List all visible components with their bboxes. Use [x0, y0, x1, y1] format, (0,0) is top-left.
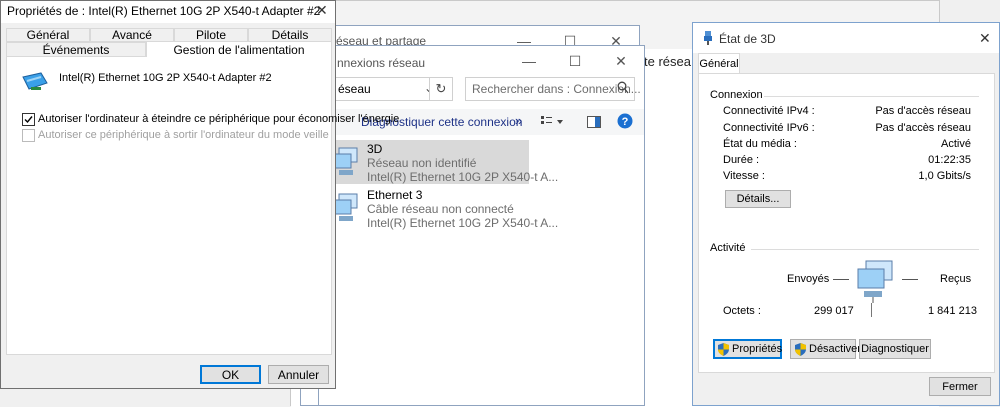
tab-details[interactable]: Détails [248, 28, 332, 42]
address-bar[interactable]: éseau ⌄ [333, 77, 439, 101]
allow-power-off-checkbox[interactable] [22, 113, 35, 126]
connection-adapter: Intel(R) Ethernet 10G 2P X540-t A... [367, 170, 559, 184]
connection-status: Réseau non identifié [367, 156, 477, 170]
ok-button[interactable]: OK [200, 365, 261, 384]
device-name: Intel(R) Ethernet 10G 2P X540-t Adapter … [59, 72, 272, 84]
tab-general[interactable]: Général [6, 28, 90, 42]
svg-text:?: ? [622, 116, 629, 128]
more-commands-button[interactable]: » [515, 113, 522, 128]
status-dialog: État de 3D ✕ Général Connexion Connectiv… [692, 22, 1000, 406]
maximize-button[interactable]: ☐ [552, 46, 598, 76]
diagnose-button[interactable]: Diagnostiquer [859, 339, 931, 359]
search-icon [617, 81, 629, 97]
allow-wake-label: Autoriser ce périphérique à sortir l'ord… [38, 129, 329, 141]
close-button[interactable]: Fermer [929, 377, 991, 396]
dialog-title: Propriétés de : Intel(R) Ethernet 10G 2P… [7, 4, 321, 18]
search-placeholder: Rechercher dans : Connexion... [472, 82, 641, 96]
list-item[interactable]: 3D Réseau non identifié Intel(R) Etherne… [327, 140, 558, 184]
list-item[interactable]: Ethernet 3 Câble réseau non connecté Int… [327, 186, 558, 230]
close-icon[interactable]: ✕ [979, 30, 991, 47]
window-title: nnexions réseau [337, 56, 426, 70]
network-status-icon [703, 31, 713, 48]
cancel-button[interactable]: Annuler [268, 365, 329, 384]
details-button[interactable]: Détails... [725, 190, 791, 208]
disable-button[interactable]: Désactiver [790, 339, 861, 359]
properties-button[interactable]: Propriétés [713, 339, 782, 359]
address-value: éseau [338, 82, 371, 96]
view-options-icon[interactable] [541, 116, 565, 131]
speed-value: 1,0 Gbits/s [918, 170, 971, 182]
refresh-icon: ↻ [435, 81, 447, 96]
help-icon[interactable]: ? [617, 113, 633, 132]
dialog-title: État de 3D [719, 32, 776, 46]
tab-events[interactable]: Événements [6, 42, 146, 57]
close-icon[interactable]: ✕ [316, 2, 328, 19]
activity-group-label: Activité [710, 242, 746, 254]
close-button[interactable]: ✕ [598, 46, 644, 76]
tab-general[interactable]: Général [698, 53, 740, 74]
speed-label: Vitesse : [723, 170, 765, 182]
tab-power-management[interactable]: Gestion de l'alimentation [146, 41, 332, 58]
received-label: Reçus [940, 273, 972, 285]
background-partial-text: te résea [644, 54, 691, 69]
media-state-label: État du média : [723, 138, 797, 150]
ipv4-label: Connectivité IPv4 : [723, 105, 815, 117]
duration-value: 01:22:35 [928, 154, 971, 166]
tab-page: Connexion Connectivité IPv4 : Pas d'accè… [698, 73, 995, 373]
connection-name: Ethernet 3 [367, 188, 423, 202]
ipv4-value: Pas d'accès réseau [875, 105, 971, 117]
allow-power-off-label: Autoriser l'ordinateur à éteindre ce pér… [38, 113, 400, 125]
bytes-label: Octets : [723, 305, 761, 317]
minimize-button[interactable]: — [506, 46, 552, 76]
refresh-button[interactable]: ↻ [429, 77, 453, 101]
duration-label: Durée : [723, 154, 760, 166]
connection-status: Câble réseau non connecté [367, 202, 514, 216]
sent-label: Envoyés [787, 273, 830, 285]
ipv6-value: Pas d'accès réseau [875, 122, 971, 134]
network-activity-icon [854, 259, 898, 306]
network-adapter-icon [21, 69, 49, 96]
connection-name: 3D [367, 142, 383, 156]
tab-advanced[interactable]: Avancé [90, 28, 174, 42]
tab-driver[interactable]: Pilote [174, 28, 248, 42]
allow-wake-checkbox[interactable] [22, 129, 35, 142]
connection-adapter: Intel(R) Ethernet 10G 2P X540-t A... [367, 216, 559, 230]
search-input[interactable]: Rechercher dans : Connexion... [465, 77, 641, 101]
ipv6-label: Connectivité IPv6 : [723, 122, 815, 134]
preview-pane-icon[interactable] [587, 116, 601, 131]
shield-icon [795, 342, 806, 356]
media-state-value: Activé [941, 138, 971, 150]
shield-icon [718, 342, 729, 356]
network-connections-window: nnexions réseau — ☐ ✕ éseau ⌄ ↻ Recherch… [318, 45, 645, 406]
connection-group-label: Connexion [710, 89, 763, 101]
bytes-sent-value: 299 017 [814, 305, 854, 317]
properties-dialog: Propriétés de : Intel(R) Ethernet 10G 2P… [0, 0, 399, 389]
bytes-received-value: 1 841 213 [928, 305, 977, 317]
tab-page: Intel(R) Ethernet 10G 2P X540-t Adapter … [6, 57, 399, 355]
